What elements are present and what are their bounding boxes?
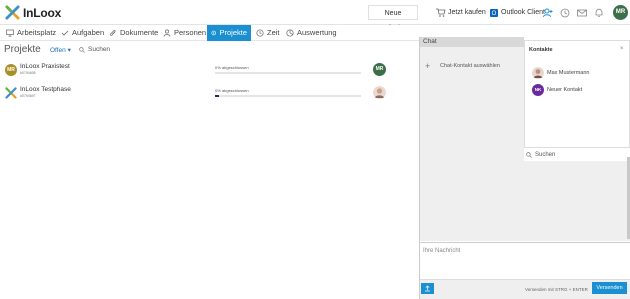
new-task-button[interactable]: Neue Aufgabe	[368, 5, 418, 32]
contact-avatar	[532, 67, 544, 79]
send-button[interactable]: Versenden	[592, 282, 627, 294]
outlook-client-button[interactable]: O Outlook Client	[486, 5, 549, 20]
progress-text: 0% abgeschlossen	[215, 65, 249, 70]
status-filter-dropdown[interactable]: Offen ▾	[50, 46, 71, 54]
tab-personen[interactable]: Personen	[159, 25, 210, 41]
gear-icon	[211, 30, 216, 36]
filter-label: Offen	[50, 47, 66, 54]
page-title: Projekte	[4, 44, 41, 55]
inloox-logo-icon	[5, 87, 17, 99]
chat-footer: Versenden mit STRG + ENTER Versenden	[420, 279, 630, 299]
logo-text: InLoox	[23, 5, 62, 20]
project-row[interactable]: MR InLoox Praxistest #0794698 0% abgesch…	[0, 62, 418, 84]
project-manager-avatar[interactable]: MR	[373, 63, 386, 76]
buy-now-button[interactable]: Jetzt kaufen	[432, 5, 490, 20]
progress-bar-fill	[215, 95, 220, 97]
project-name[interactable]: InLoox Testphase	[20, 86, 71, 93]
inloox-logo[interactable]: InLoox	[5, 5, 61, 20]
upload-icon	[425, 285, 430, 292]
check-icon	[61, 30, 69, 36]
message-input[interactable]: Ihre Nachricht	[420, 242, 630, 279]
tab-projekte[interactable]: Projekte	[207, 25, 251, 41]
search-label: Suchen	[88, 46, 111, 53]
tab-zeit[interactable]: Zeit	[252, 25, 284, 41]
send-hint: Versenden mit STRG + ENTER	[525, 287, 588, 292]
tab-label: Aufgaben	[72, 28, 105, 37]
mail-icon[interactable]	[577, 8, 587, 18]
contact-item[interactable]: NK Neuer Kontakt	[532, 84, 582, 96]
search-icon	[526, 152, 532, 158]
contacts-popup: Kontakte × Max Mustermann NK Neuer Konta…	[524, 40, 630, 148]
tab-label: Personen	[174, 28, 207, 37]
clock-icon	[256, 29, 264, 37]
history-icon[interactable]	[560, 8, 570, 18]
bell-icon[interactable]	[594, 8, 604, 18]
search-label: Suchen	[535, 152, 556, 158]
chat-title: Chat	[420, 37, 524, 47]
tab-label: Auswertung	[297, 28, 337, 37]
project-avatar: MR	[5, 64, 17, 76]
chart-icon	[286, 29, 294, 37]
chat-panel: Chat + Chat-Kontakt auswählen Kontakte ×…	[419, 37, 630, 299]
project-number: #0794697	[20, 94, 36, 98]
contact-name: Neuer Kontakt	[547, 87, 583, 93]
contact-name: Max Mustermann	[547, 70, 590, 76]
progress-text: 0% abgeschlossen	[215, 88, 249, 93]
contact-search[interactable]: Suchen	[524, 149, 630, 161]
cart-icon	[436, 8, 446, 17]
projects-view: Projekte Offen ▾ Suchen MR InLoox Praxis…	[0, 41, 418, 299]
tab-dokumente[interactable]: Dokumente	[105, 25, 162, 41]
contact-item[interactable]: Max Mustermann	[532, 67, 590, 79]
person-icon	[163, 29, 171, 37]
tab-label: Zeit	[267, 28, 280, 37]
project-manager-avatar[interactable]	[373, 86, 386, 99]
message-placeholder: Ihre Nachricht	[423, 248, 461, 254]
paperclip-icon	[110, 30, 116, 36]
svg-text:O: O	[492, 11, 497, 17]
project-row[interactable]: InLoox Testphase #0794697 0% abgeschloss…	[0, 85, 418, 107]
add-user-icon[interactable]	[543, 8, 553, 18]
close-icon[interactable]: ×	[620, 46, 624, 52]
search-icon	[79, 46, 85, 53]
contacts-title: Kontakte	[529, 47, 553, 53]
chat-messages-area	[524, 161, 630, 241]
tab-aufgaben[interactable]: Aufgaben	[57, 25, 108, 41]
chat-conversation-list: + Chat-Kontakt auswählen	[420, 47, 524, 241]
chevron-down-icon: ▾	[67, 47, 71, 54]
tab-auswertung[interactable]: Auswertung	[282, 25, 341, 41]
app-header: InLoox Neue Aufgabe Jetzt kaufen O Outlo…	[0, 0, 630, 32]
attachment-button[interactable]	[421, 283, 434, 294]
inloox-logo-icon	[5, 5, 20, 20]
main-navigation: Arbeitsplatz Aufgaben Dokumente Personen…	[0, 25, 420, 41]
add-chat-icon[interactable]: +	[425, 61, 430, 71]
outlook-icon: O	[490, 8, 498, 17]
progress-bar	[215, 72, 361, 74]
project-number: #0794698	[20, 71, 36, 75]
monitor-icon	[6, 29, 14, 37]
outlook-client-label: Outlook Client	[501, 9, 545, 16]
project-search[interactable]: Suchen	[79, 46, 110, 53]
tab-label: Arbeitsplatz	[17, 28, 57, 37]
user-avatar[interactable]: MR	[613, 5, 628, 20]
tab-arbeitsplatz[interactable]: Arbeitsplatz	[2, 25, 60, 41]
progress-bar	[215, 95, 361, 97]
buy-now-label: Jetzt kaufen	[448, 9, 486, 16]
select-contact-label[interactable]: Chat-Kontakt auswählen	[440, 63, 500, 69]
tab-label: Projekte	[219, 28, 247, 37]
contact-avatar: NK	[532, 84, 544, 96]
project-name[interactable]: InLoox Praxistest	[20, 63, 70, 70]
tab-label: Dokumente	[120, 28, 159, 37]
